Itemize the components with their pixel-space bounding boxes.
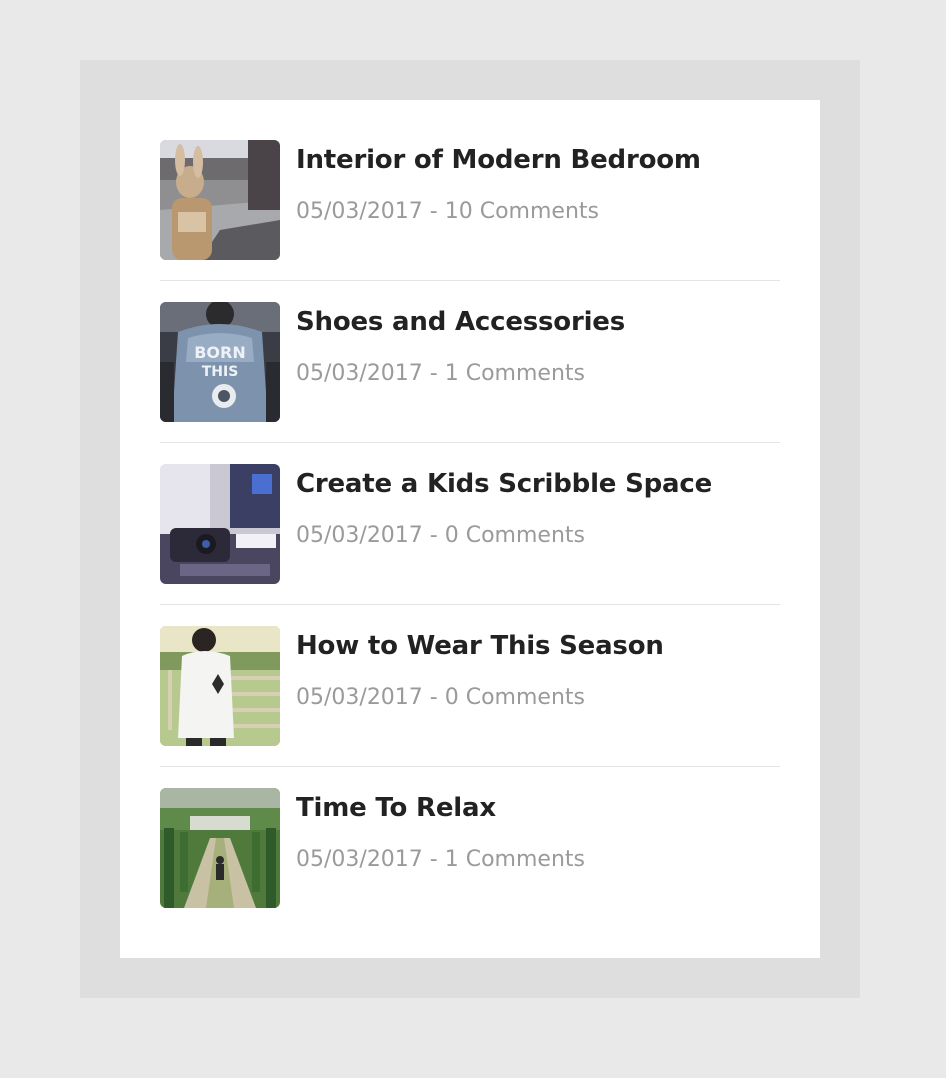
post-comments[interactable]: 10 Comments <box>445 199 599 224</box>
post-date: 05/03/2017 <box>296 685 423 710</box>
post-comments[interactable]: 1 Comments <box>445 361 585 386</box>
post-title[interactable]: Create a Kids Scribble Space <box>296 467 712 501</box>
divider <box>160 604 780 605</box>
meta-separator: - <box>422 685 445 710</box>
post-date: 05/03/2017 <box>296 199 423 224</box>
meta-separator: - <box>422 523 445 548</box>
post-thumbnail[interactable] <box>160 464 280 584</box>
post-meta: 05/03/2017 - 1 Comments <box>296 846 585 874</box>
post-comments[interactable]: 0 Comments <box>445 523 585 548</box>
post-thumbnail[interactable] <box>160 788 280 908</box>
post-meta: 05/03/2017 - 10 Comments <box>296 198 701 226</box>
post-title[interactable]: Interior of Modern Bedroom <box>296 143 701 177</box>
post-thumbnail[interactable] <box>160 626 280 746</box>
meta-separator: - <box>422 199 445 224</box>
post-date: 05/03/2017 <box>296 523 423 548</box>
svg-text:BORN: BORN <box>194 343 246 362</box>
post-thumbnail[interactable] <box>160 140 280 260</box>
meta-separator: - <box>422 361 445 386</box>
post-date: 05/03/2017 <box>296 361 423 386</box>
post-thumbnail[interactable]: BORN THIS <box>160 302 280 422</box>
post-item[interactable]: Time To Relax 05/03/2017 - 1 Comments <box>160 788 780 908</box>
desk-camera-photo <box>160 464 280 584</box>
post-text: Create a Kids Scribble Space 05/03/2017 … <box>296 464 712 550</box>
meta-separator: - <box>422 847 445 872</box>
post-item[interactable]: BORN THIS Shoes and Accessories 05/03/20… <box>160 302 780 422</box>
divider <box>160 442 780 443</box>
post-item[interactable]: Interior of Modern Bedroom 05/03/2017 - … <box>160 140 780 260</box>
post-date: 05/03/2017 <box>296 847 423 872</box>
post-item[interactable]: How to Wear This Season 05/03/2017 - 0 C… <box>160 626 780 746</box>
denim-jacket-photo: BORN THIS <box>160 302 280 422</box>
post-comments[interactable]: 0 Comments <box>445 685 585 710</box>
post-meta: 05/03/2017 - 1 Comments <box>296 360 625 388</box>
post-text: How to Wear This Season 05/03/2017 - 0 C… <box>296 626 664 712</box>
post-meta: 05/03/2017 - 0 Comments <box>296 522 712 550</box>
post-comments[interactable]: 1 Comments <box>445 847 585 872</box>
post-text: Time To Relax 05/03/2017 - 1 Comments <box>296 788 585 874</box>
post-text: Interior of Modern Bedroom 05/03/2017 - … <box>296 140 701 226</box>
post-item[interactable]: Create a Kids Scribble Space 05/03/2017 … <box>160 464 780 584</box>
post-title[interactable]: Shoes and Accessories <box>296 305 625 339</box>
post-title[interactable]: Time To Relax <box>296 791 585 825</box>
divider <box>160 280 780 281</box>
recent-posts-list: Interior of Modern Bedroom 05/03/2017 - … <box>160 140 780 908</box>
rabbit-costume-photo <box>160 140 280 260</box>
svg-text:THIS: THIS <box>202 364 239 380</box>
post-meta: 05/03/2017 - 0 Comments <box>296 684 664 712</box>
post-title[interactable]: How to Wear This Season <box>296 629 664 663</box>
post-text: Shoes and Accessories 05/03/2017 - 1 Com… <box>296 302 625 388</box>
garden-path-photo <box>160 788 280 908</box>
recent-posts-card: Interior of Modern Bedroom 05/03/2017 - … <box>120 100 820 958</box>
divider <box>160 766 780 767</box>
person-gate-photo <box>160 626 280 746</box>
widget-frame: Interior of Modern Bedroom 05/03/2017 - … <box>80 60 860 998</box>
